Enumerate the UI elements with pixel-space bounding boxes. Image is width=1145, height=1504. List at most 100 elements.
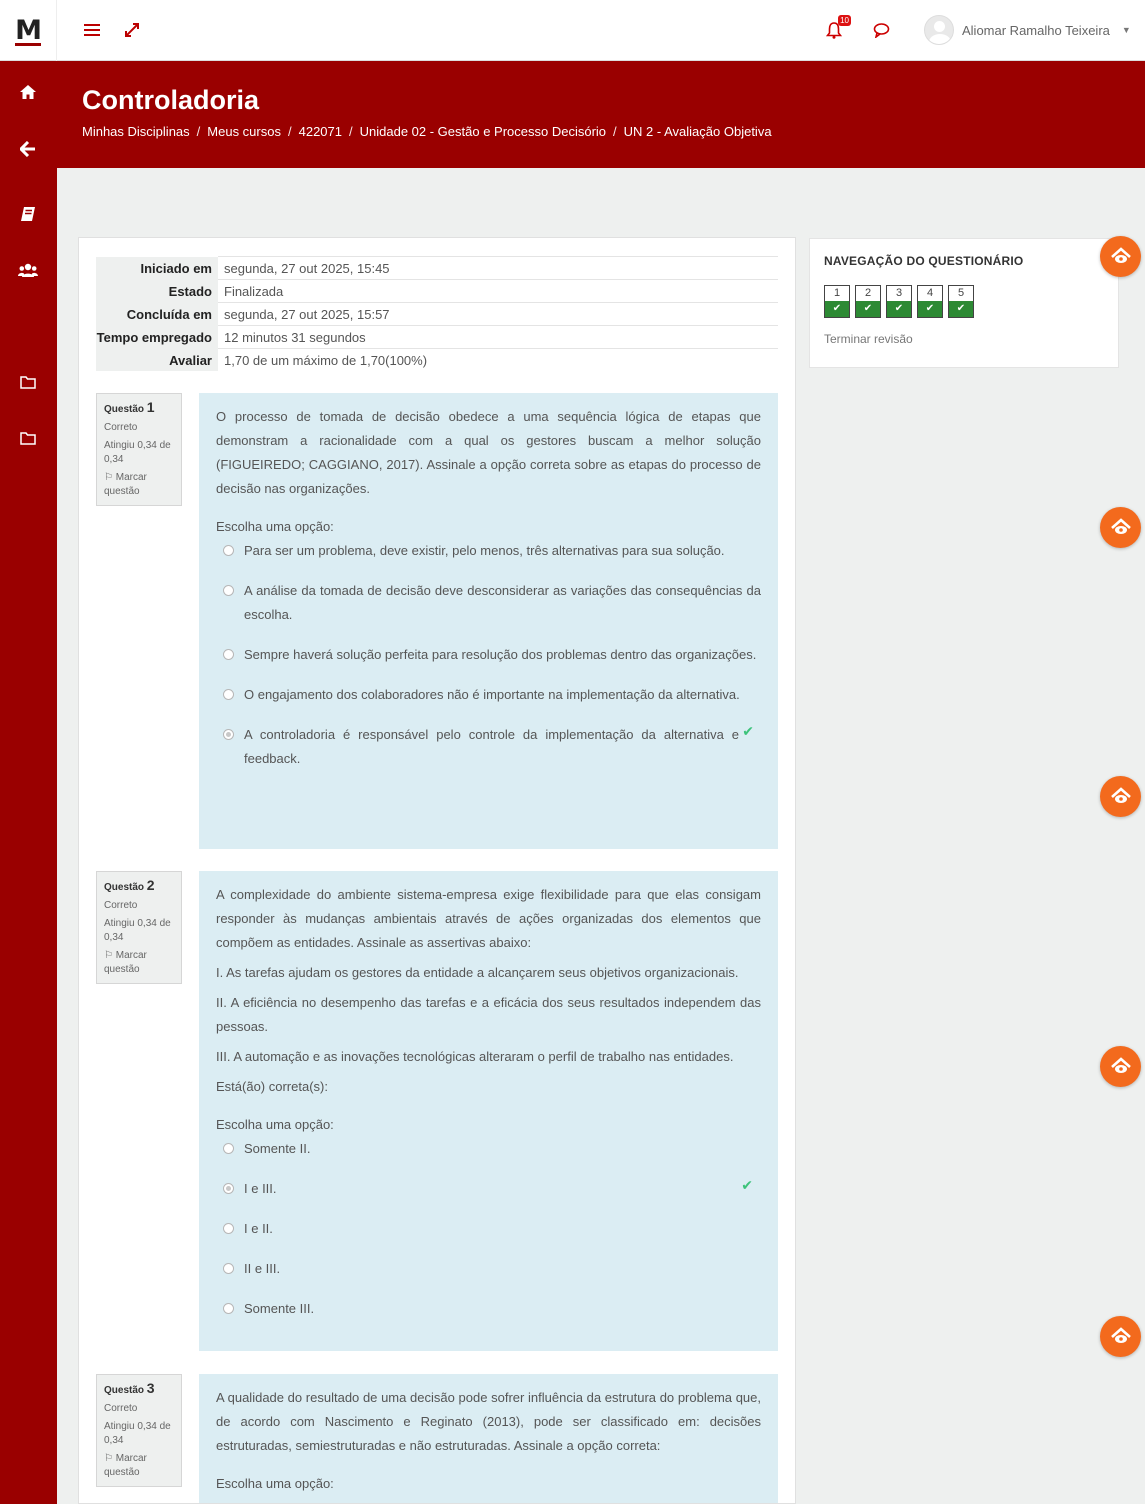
- quiz-navigation-title: NAVEGAÇÃO DO QUESTIONÁRIO: [824, 254, 1024, 268]
- site-logo[interactable]: M: [0, 0, 57, 61]
- check-icon: ✔: [949, 301, 973, 317]
- user-menu[interactable]: Aliomar Ramalho Teixeira ▼: [924, 14, 1131, 46]
- caret-down-icon: ▼: [1121, 25, 1131, 35]
- question-status: Correto: [104, 900, 138, 911]
- summary-value: 1,70 de um máximo de 1,70(100%): [218, 348, 778, 371]
- flag-question-link[interactable]: ⚐ Marcar questão: [104, 471, 174, 499]
- radio-button[interactable]: [223, 545, 234, 556]
- flag-icon: ⚐: [104, 950, 113, 961]
- flag-icon: ⚐: [104, 472, 113, 483]
- flag-question-link[interactable]: ⚐ Marcar questão: [104, 1452, 174, 1480]
- radio-button[interactable]: [223, 585, 234, 596]
- choose-prompt: Escolha uma opção:: [216, 1117, 334, 1132]
- flag-question-link[interactable]: ⚐ Marcar questão: [104, 949, 174, 977]
- radio-button[interactable]: [223, 689, 234, 700]
- answer-option[interactable]: O engajamento dos colaboradores não é im…: [216, 683, 761, 707]
- attempt-summary-table: Iniciado em segunda, 27 out 2025, 15:45 E…: [96, 256, 778, 371]
- support-button[interactable]: [1100, 1046, 1141, 1087]
- answer-option-selected[interactable]: I e III. ✔: [216, 1177, 761, 1201]
- question-content-1: O processo de tomada de decisão obedece …: [199, 393, 778, 849]
- radio-button[interactable]: [223, 1223, 234, 1234]
- answer-option[interactable]: II e III.: [216, 1257, 761, 1281]
- top-navbar: M 10 Aliomar Ramalho Teixeira ▼: [0, 0, 1145, 61]
- folder-icon[interactable]: [16, 426, 40, 450]
- breadcrumb-item[interactable]: UN 2 - Avaliação Objetiva: [624, 124, 772, 139]
- breadcrumb-item[interactable]: Unidade 02 - Gestão e Processo Decisório: [360, 124, 606, 139]
- check-icon: ✔: [918, 301, 942, 317]
- answer-option[interactable]: A análise da tomada de decisão deve desc…: [216, 579, 761, 627]
- messages-button[interactable]: [869, 18, 893, 42]
- quiz-navigation-block: NAVEGAÇÃO DO QUESTIONÁRIO 1 ✔ 2 ✔ 3 ✔ 4 ✔ 5 ✔…: [809, 238, 1119, 368]
- answer-option[interactable]: Sempre haverá solução perfeita para reso…: [216, 643, 761, 667]
- answer-option[interactable]: Para ser um problema, deve existir, pelo…: [216, 539, 761, 563]
- radio-button[interactable]: [223, 729, 234, 740]
- page-header: Controladoria Minhas Disciplinas / Meus c…: [57, 61, 1145, 168]
- support-button[interactable]: [1100, 1316, 1141, 1357]
- question-info-1: Questão 1 Correto Atingiu 0,34 de 0,34 ⚐…: [96, 393, 182, 506]
- support-icon: [1110, 786, 1131, 803]
- check-icon: ✔: [742, 723, 754, 739]
- question-info-2: Questão 2 Correto Atingiu 0,34 de 0,34 ⚐…: [96, 871, 182, 984]
- breadcrumb-item[interactable]: 422071: [299, 124, 342, 139]
- statement: I. As tarefas ajudam os gestores da enti…: [216, 965, 739, 980]
- question-info-3: Questão 3 Correto Atingiu 0,34 de 0,34 ⚐…: [96, 1374, 182, 1487]
- summary-value: 12 minutos 31 segundos: [218, 325, 778, 349]
- support-button[interactable]: [1100, 507, 1141, 548]
- statement: II. A eficiência no desempenho das taref…: [216, 995, 761, 1034]
- table-row: Avaliar 1,70 de um máximo de 1,70(100%): [96, 348, 778, 371]
- users-icon[interactable]: [16, 258, 40, 282]
- answer-option[interactable]: Somente III.: [216, 1297, 761, 1321]
- question-content-2: A complexidade do ambiente sistema-empre…: [199, 871, 778, 1351]
- radio-button[interactable]: [223, 1263, 234, 1274]
- breadcrumb-item[interactable]: Minhas Disciplinas: [82, 124, 190, 139]
- radio-button[interactable]: [223, 649, 234, 660]
- chat-icon: [873, 23, 889, 38]
- expand-icon[interactable]: [120, 18, 144, 42]
- hamburger-icon[interactable]: [80, 18, 104, 42]
- question-nav-buttons: 1 ✔ 2 ✔ 3 ✔ 4 ✔ 5 ✔: [824, 285, 974, 318]
- radio-button[interactable]: [223, 1183, 234, 1194]
- breadcrumb: Minhas Disciplinas / Meus cursos/ 422071/…: [82, 124, 772, 139]
- answer-option[interactable]: Somente II.: [216, 1137, 761, 1161]
- question-number: Questão 3: [104, 1380, 155, 1396]
- question-text: A qualidade do resultado de uma decisão …: [216, 1390, 761, 1453]
- summary-label: Estado: [96, 279, 218, 303]
- summary-value: segunda, 27 out 2025, 15:57: [218, 302, 778, 326]
- question-nav-button[interactable]: 4 ✔: [917, 285, 943, 318]
- question-nav-button[interactable]: 2 ✔: [855, 285, 881, 318]
- check-icon: ✔: [741, 1177, 753, 1193]
- question-number: Questão 2: [104, 877, 155, 893]
- check-icon: ✔: [825, 301, 849, 317]
- support-icon: [1110, 1056, 1131, 1073]
- question-status: Correto: [104, 1403, 138, 1414]
- summary-value: segunda, 27 out 2025, 15:45: [218, 256, 778, 280]
- support-icon: [1110, 517, 1131, 534]
- answer-option[interactable]: I e II.: [216, 1217, 761, 1241]
- summary-label: Tempo empregado: [96, 325, 218, 349]
- question-nav-button[interactable]: 5 ✔: [948, 285, 974, 318]
- radio-button[interactable]: [223, 1303, 234, 1314]
- answer-option-selected[interactable]: A controladoria é responsável pelo contr…: [216, 723, 761, 771]
- notifications-button[interactable]: 10: [822, 15, 851, 42]
- question-content-3: A qualidade do resultado de uma decisão …: [199, 1374, 778, 1503]
- check-icon: ✔: [856, 301, 880, 317]
- summary-label: Avaliar: [96, 348, 218, 371]
- question-nav-button[interactable]: 1 ✔: [824, 285, 850, 318]
- avatar: [924, 15, 954, 45]
- table-row: Estado Finalizada: [96, 279, 778, 303]
- home-icon[interactable]: [16, 80, 40, 104]
- support-button[interactable]: [1100, 776, 1141, 817]
- radio-button[interactable]: [223, 1143, 234, 1154]
- finish-review-link[interactable]: Terminar revisão: [824, 332, 913, 346]
- question-number: Questão 1: [104, 399, 155, 415]
- statement: III. A automação e as inovações tecnológ…: [216, 1049, 734, 1064]
- arrow-left-icon[interactable]: [16, 137, 40, 161]
- check-icon: ✔: [887, 301, 911, 317]
- support-button[interactable]: [1100, 236, 1141, 277]
- book-icon[interactable]: [16, 202, 40, 226]
- question-text: A complexidade do ambiente sistema-empre…: [216, 887, 761, 950]
- breadcrumb-item[interactable]: Meus cursos: [207, 124, 281, 139]
- question-score: Atingiu 0,34 de 0,34: [104, 1421, 171, 1446]
- folder-icon[interactable]: [16, 370, 40, 394]
- question-nav-button[interactable]: 3 ✔: [886, 285, 912, 318]
